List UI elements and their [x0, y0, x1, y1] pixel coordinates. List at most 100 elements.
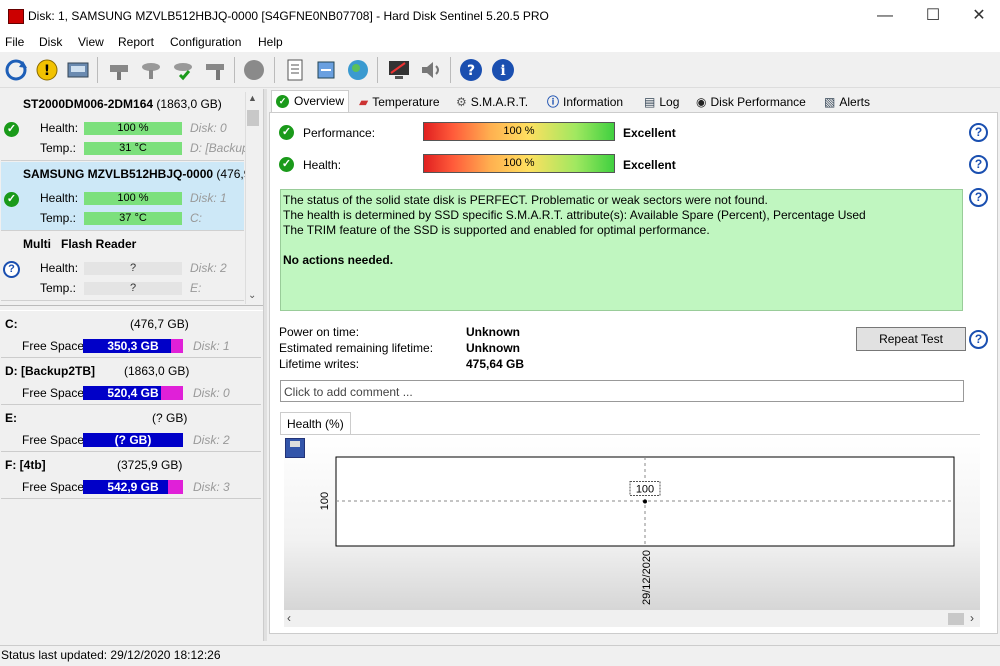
disk-number: Disk: 3	[193, 480, 230, 494]
help-icon[interactable]: ?	[458, 57, 484, 83]
surface-test-icon[interactable]	[138, 57, 164, 83]
alerts-icon: ▧	[824, 95, 836, 109]
health-bar: 100 %	[423, 154, 615, 173]
free-space-bar: 350,3 GB	[83, 339, 183, 353]
scrollbar-thumb[interactable]	[247, 110, 259, 126]
info-icon[interactable]: i	[490, 57, 516, 83]
disk-number: Disk: 1	[190, 191, 227, 205]
menu-disk[interactable]: Disk	[39, 35, 62, 49]
tab-overview[interactable]: ✓ Overview	[271, 90, 350, 113]
menu-file[interactable]: File	[5, 35, 24, 49]
scroll-up-icon[interactable]: ▲	[248, 93, 257, 103]
drive-letter: C:	[190, 211, 202, 225]
volume-size: (1863,0 GB)	[124, 364, 190, 378]
window-title: Disk: 1, SAMSUNG MZVLB512HBJQ-0000 [S4GF…	[28, 9, 549, 23]
repair-icon[interactable]	[202, 57, 228, 83]
tab-health-percent[interactable]: Health (%)	[280, 412, 351, 435]
disk-drive-icon[interactable]	[65, 57, 91, 83]
volume-name: C:	[5, 317, 18, 331]
temp-bar: ?	[84, 282, 182, 295]
temp-label: Temp.:	[40, 141, 77, 155]
status-text: The health is determined by SSD specific…	[283, 208, 866, 222]
disk-name: Multi Flash Reader	[23, 237, 137, 251]
close-button[interactable]: ✕	[956, 0, 1000, 33]
ok-status-icon: ✓	[4, 122, 19, 137]
svg-text:?: ?	[467, 63, 475, 79]
tab-alerts[interactable]: ▧ Alerts	[820, 92, 874, 112]
tab-log[interactable]: ▤ Log	[640, 92, 683, 112]
power-on-value: Unknown	[466, 325, 520, 339]
drive-letter: D: [Backup	[190, 141, 245, 155]
panel-splitter[interactable]	[263, 89, 267, 641]
toolbar-separator	[450, 57, 451, 83]
report-icon[interactable]	[282, 57, 308, 83]
maximize-button[interactable]: ☐	[910, 0, 956, 33]
health-help-icon[interactable]: ?	[969, 155, 988, 174]
temp-bar: 31 °C	[84, 142, 182, 155]
health-chart-plot: 100 29/12/2020 100	[319, 456, 955, 605]
health-rating: Excellent	[623, 158, 676, 172]
menu-view[interactable]: View	[78, 35, 104, 49]
temp-bar: 37 °C	[84, 212, 182, 225]
tab-smart[interactable]: ⚙ S.M.A.R.T.	[452, 92, 532, 112]
performance-label: Performance:	[303, 126, 376, 140]
health-label: Health:	[40, 121, 79, 135]
free-space-bar: 520,4 GB	[83, 386, 183, 400]
disk-name: SAMSUNG MZVLB512HBJQ-0000 (476,9	[23, 167, 245, 181]
tab-temperature[interactable]: ▰ Temperature	[355, 92, 444, 112]
repeat-test-button[interactable]: Repeat Test	[856, 327, 966, 351]
monitor-icon[interactable]	[386, 57, 412, 83]
volume-size: (? GB)	[152, 411, 188, 425]
performance-help-icon[interactable]: ?	[969, 123, 988, 142]
health-label: Health:	[40, 261, 79, 275]
power-on-label: Power on time:	[279, 325, 360, 339]
action-text: No actions needed.	[283, 253, 394, 267]
repeat-test-help-icon[interactable]: ?	[969, 330, 988, 349]
status-help-icon[interactable]: ?	[969, 188, 988, 207]
health-bar: ?	[84, 262, 182, 275]
performance-bar: 100 %	[423, 122, 615, 141]
temp-label: Temp.:	[40, 281, 77, 295]
comment-field[interactable]: Click to add comment ...	[280, 380, 964, 402]
free-space-label: Free Space	[22, 339, 85, 353]
tab-information[interactable]: ⓘ Information	[543, 92, 627, 112]
warning-icon[interactable]: !	[34, 57, 60, 83]
disk-check-icon[interactable]	[170, 57, 196, 83]
minimize-button[interactable]: —	[862, 0, 908, 33]
refresh-icon[interactable]	[3, 57, 29, 83]
toolbar-separator	[274, 57, 275, 83]
menu-help[interactable]: Help	[258, 35, 283, 49]
acoustic-icon[interactable]	[241, 57, 267, 83]
remaining-lifetime-value: Unknown	[466, 341, 520, 355]
log-icon: ▤	[644, 95, 656, 109]
send-report-icon[interactable]	[313, 57, 339, 83]
data-label: 100	[636, 484, 654, 496]
free-space-bar: 542,9 GB	[83, 480, 183, 494]
free-space-bar: (? GB)	[83, 433, 183, 447]
smart-icon: ⚙	[456, 95, 467, 109]
volume-name: E:	[5, 411, 17, 425]
scroll-right-icon[interactable]: ›	[970, 611, 974, 625]
menu-report[interactable]: Report	[118, 35, 154, 49]
chart-horizontal-scrollbar[interactable]	[284, 610, 980, 627]
lifetime-writes-value: 475,64 GB	[466, 357, 525, 371]
scrollbar-thumb[interactable]	[948, 613, 964, 625]
scroll-left-icon[interactable]: ‹	[287, 611, 291, 625]
scroll-down-icon[interactable]: ⌄	[248, 290, 256, 301]
overview-tab-icon: ✓	[276, 95, 289, 109]
x-tick-label: 29/12/2020	[641, 550, 653, 605]
tab-disk-performance[interactable]: ◉ Disk Performance	[692, 92, 810, 112]
status-text: The status of the solid state disk is PE…	[283, 193, 768, 207]
health-bar: 100 %	[84, 192, 182, 205]
menu-configuration[interactable]: Configuration	[170, 35, 241, 49]
lifetime-writes-label: Lifetime writes:	[279, 357, 360, 371]
disk-number: Disk: 1	[193, 339, 230, 353]
status-description: The status of the solid state disk is PE…	[280, 189, 963, 311]
test-icon[interactable]	[106, 57, 132, 83]
network-icon[interactable]	[345, 57, 371, 83]
remaining-lifetime-label: Estimated remaining lifetime:	[279, 341, 434, 355]
app-icon	[8, 9, 24, 24]
speaker-icon[interactable]	[418, 57, 444, 83]
toolbar-separator	[377, 57, 378, 83]
volume-name: D: [Backup2TB]	[5, 364, 96, 378]
